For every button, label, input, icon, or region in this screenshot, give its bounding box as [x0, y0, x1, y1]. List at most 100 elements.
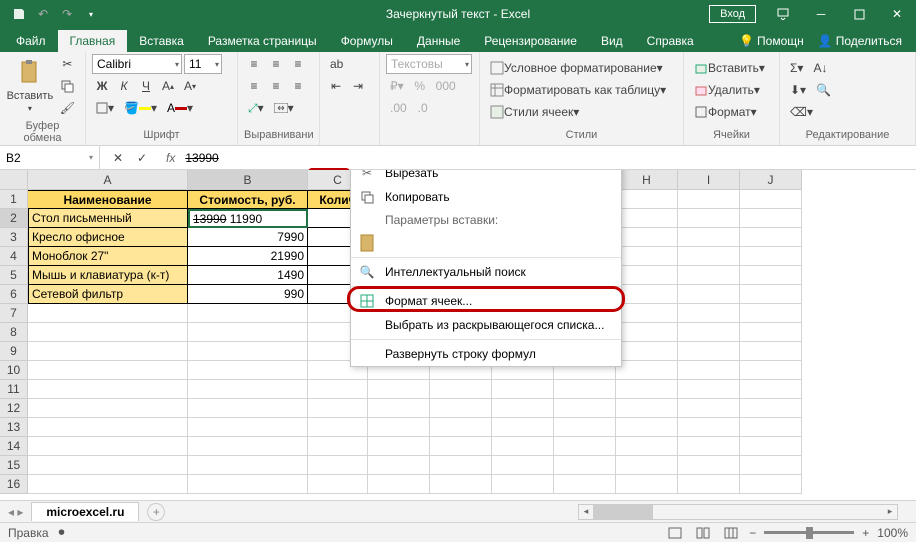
increase-decimal-button[interactable]: .00 [386, 98, 411, 118]
format-cells-button[interactable]: Формат▾ [690, 102, 761, 122]
italic-button[interactable]: К [114, 76, 134, 96]
cell-A2[interactable]: Стол письменный [28, 209, 188, 228]
menu-expand-formula-bar[interactable]: Развернуть строку формул [351, 342, 621, 366]
cell-A3[interactable]: Кресло офисное [28, 228, 188, 247]
rowhdr-6[interactable]: 6 [0, 285, 28, 304]
autosum-button[interactable]: Σ▾ [786, 58, 807, 78]
cell-B2[interactable]: 13990 11990 [188, 209, 308, 228]
decrease-decimal-button[interactable]: .0 [413, 98, 433, 118]
tab-layout[interactable]: Разметка страницы [196, 30, 329, 52]
tab-formulas[interactable]: Формулы [329, 30, 405, 52]
rowhdr-3[interactable]: 3 [0, 228, 28, 247]
font-name-combo[interactable]: Calibri▾ [92, 54, 182, 74]
menu-format-cells[interactable]: Формат ячеек... [351, 289, 621, 313]
align-left-button[interactable]: ≡ [244, 76, 264, 96]
maximize-button[interactable] [840, 0, 878, 28]
scroll-thumb[interactable] [593, 505, 653, 519]
colhdr-B[interactable]: B [188, 170, 308, 190]
cell-A1[interactable]: Наименование [28, 190, 188, 209]
tab-help[interactable]: Справка [635, 30, 706, 52]
colhdr-J[interactable]: J [740, 170, 802, 190]
cell-B1[interactable]: Стоимость, руб. [188, 190, 308, 209]
select-all-corner[interactable] [0, 170, 28, 190]
bold-button[interactable]: Ж [92, 76, 112, 96]
copy-button[interactable] [56, 76, 79, 96]
cell-B3[interactable]: 7990 [188, 228, 308, 247]
zoom-in-button[interactable]: + [862, 526, 869, 540]
undo-button[interactable]: ↶ [32, 3, 54, 25]
add-sheet-button[interactable]: + [147, 503, 165, 521]
conditional-format-button[interactable]: Условное форматирование▾ [486, 58, 667, 78]
paste-button[interactable]: Вставить ▾ [6, 54, 54, 118]
font-size-combo[interactable]: 11▾ [184, 54, 222, 74]
colhdr-H[interactable]: H [616, 170, 678, 190]
cell-B4[interactable]: 21990 [188, 247, 308, 266]
rowhdr-1[interactable]: 1 [0, 190, 28, 209]
name-box[interactable]: B2▾ [0, 146, 100, 169]
zoom-out-button[interactable]: − [749, 526, 756, 540]
currency-button[interactable]: ₽▾ [386, 76, 408, 96]
qat-customize[interactable]: ▾ [80, 3, 102, 25]
cell-B5[interactable]: 1490 [188, 266, 308, 285]
clear-button[interactable]: ⌫▾ [786, 102, 817, 122]
view-page-layout-button[interactable] [693, 525, 713, 541]
align-right-button[interactable]: ≡ [288, 76, 308, 96]
fill-button[interactable]: ⬇▾ [786, 80, 810, 100]
align-top-button[interactable]: ≡ [244, 54, 264, 74]
confirm-edit-button[interactable]: ✓ [132, 148, 152, 168]
rowhdr-5[interactable]: 5 [0, 266, 28, 285]
save-button[interactable] [8, 3, 30, 25]
view-normal-button[interactable] [665, 525, 685, 541]
zoom-level[interactable]: 100% [877, 526, 908, 540]
share-button[interactable]: 👤Поделиться [812, 30, 908, 52]
cell-styles-button[interactable]: Стили ячеек▾ [486, 102, 583, 122]
rowhdr-2[interactable]: 2 [0, 209, 28, 228]
tell-me[interactable]: 💡Помощн [733, 30, 810, 52]
menu-cut[interactable]: ✂Вырезать [351, 170, 621, 185]
tab-view[interactable]: Вид [589, 30, 635, 52]
merge-button[interactable]: ▾ [270, 98, 298, 118]
number-format-combo[interactable]: Текстовы▾ [386, 54, 472, 74]
tab-data[interactable]: Данные [405, 30, 472, 52]
menu-paste-option[interactable] [351, 231, 621, 255]
minimize-button[interactable]: ─ [802, 0, 840, 28]
format-painter-button[interactable]: 🖌 [56, 98, 79, 118]
font-color-button[interactable]: A▾ [163, 98, 197, 118]
fill-color-button[interactable]: 🪣▾ [120, 98, 161, 118]
macro-record-icon[interactable]: ⏺ [59, 525, 65, 540]
worksheet-grid[interactable]: A B C D E F G H I J 1 Наименование Стоим… [0, 170, 916, 500]
cell-A5[interactable]: Мышь и клавиатура (к-т) [28, 266, 188, 285]
ribbon-options-button[interactable] [764, 0, 802, 28]
rowhdr-4[interactable]: 4 [0, 247, 28, 266]
scroll-right-button[interactable]: ▸ [883, 505, 897, 519]
format-table-button[interactable]: Форматировать как таблицу▾ [486, 80, 670, 100]
indent-increase-button[interactable]: ⇥ [348, 76, 368, 96]
scroll-left-button[interactable]: ◂ [579, 505, 593, 519]
cell-B6[interactable]: 990 [188, 285, 308, 304]
increase-font-button[interactable]: A▴ [158, 76, 178, 96]
colhdr-I[interactable]: I [678, 170, 740, 190]
percent-button[interactable]: % [410, 76, 430, 96]
cut-button[interactable]: ✂ [56, 54, 79, 74]
cell-A4[interactable]: Моноблок 27" [28, 247, 188, 266]
align-middle-button[interactable]: ≡ [266, 54, 286, 74]
redo-button[interactable]: ↷ [56, 3, 78, 25]
insert-cells-button[interactable]: Вставить▾ [690, 58, 769, 78]
cancel-edit-button[interactable]: ✕ [108, 148, 128, 168]
comma-button[interactable]: 000 [432, 76, 460, 96]
formula-input[interactable]: 13990 11990 [181, 146, 916, 169]
wrap-text-button[interactable]: ab [326, 54, 347, 74]
decrease-font-button[interactable]: A▾ [180, 76, 200, 96]
horizontal-scrollbar[interactable]: ◂ ▸ [578, 504, 898, 520]
sort-filter-button[interactable]: A↓ [809, 58, 831, 78]
delete-cells-button[interactable]: Удалить▾ [690, 80, 764, 100]
cell-A6[interactable]: Сетевой фильтр [28, 285, 188, 304]
indent-decrease-button[interactable]: ⇤ [326, 76, 346, 96]
sheet-nav[interactable]: ◂ ▸ [0, 505, 31, 519]
login-button[interactable]: Вход [709, 5, 756, 23]
align-bottom-button[interactable]: ≡ [288, 54, 308, 74]
border-button[interactable]: ▾ [92, 98, 118, 118]
menu-smart-lookup[interactable]: 🔍Интеллектуальный поиск [351, 260, 621, 284]
tab-home[interactable]: Главная [58, 30, 128, 52]
zoom-slider[interactable] [764, 531, 854, 534]
